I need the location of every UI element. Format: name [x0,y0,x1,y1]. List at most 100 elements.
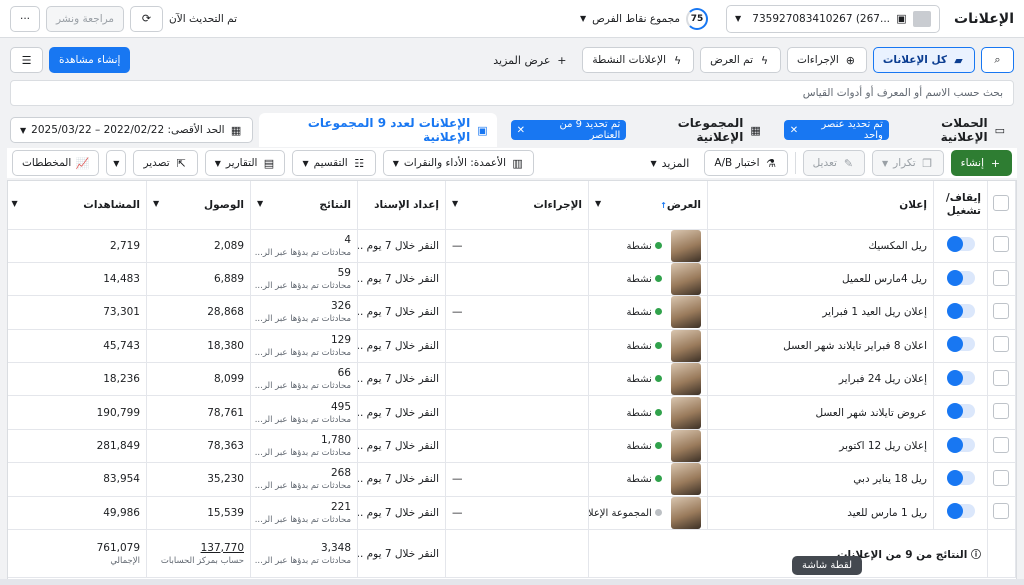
ad-toggle[interactable] [946,302,975,319]
row-toggle-cell [933,395,988,430]
info-icon[interactable]: ⓘ [971,550,981,561]
row-checkbox[interactable] [993,236,1009,253]
row-checkbox[interactable] [993,403,1009,420]
settings-sliders-button[interactable]: ☰ [10,47,43,73]
tab-adsets[interactable]: ▦ المجموعات الإعلانية تم تحديد 9 من العن… [502,113,770,147]
campaigns-selection-chip[interactable]: تم تحديد عنصر واحد ✕ [783,119,889,141]
header-onoff[interactable]: إيقاف/ تشغيل [933,181,988,230]
search-input[interactable]: بحث حسب الاسم أو المعرف أو أدوات القياس [10,80,1014,106]
row-name[interactable]: إعلان ريل العيد 1 فبراير [707,295,934,330]
columns-dropdown[interactable]: ▥ الأعمدة: الأداء والنقرات ▼ [382,150,535,176]
row-checkbox[interactable] [993,336,1009,353]
tab-campaigns[interactable]: ▭ الحملات الإعلانية تم تحديد عنصر واحد ✕ [775,113,1014,147]
export-button[interactable]: ⇱ تصدير [133,150,198,176]
row-checkbox[interactable] [993,369,1009,386]
select-all-checkbox[interactable] [993,195,1009,212]
table-row[interactable]: اعلان 8 فبراير تايلاند شهر العسل نشطة ال… [8,329,1016,364]
tab-ads-label: الإعلانات لعدد 9 المجموعات الإعلانية [307,116,471,144]
tab-ads[interactable]: ▣ الإعلانات لعدد 9 المجموعات الإعلانية [258,113,497,147]
row-name[interactable]: إعلان ريل 24 فبراير [707,362,934,397]
row-name[interactable]: ريل 4مارس للعميل [707,262,934,297]
results-value: 4 [344,233,351,246]
row-checkbox[interactable] [993,436,1009,453]
adsets-selection-chip[interactable]: تم تحديد 9 من العناصر ✕ [510,119,627,141]
table-row[interactable]: ريل 4مارس للعميل نشطة النقر خلال 7 يوم .… [8,262,1016,297]
create-button[interactable]: + إنشاء [950,150,1012,176]
ad-toggle[interactable] [946,403,975,420]
header-results[interactable]: النتائج ▼ [250,181,358,230]
table-row[interactable]: ريل المكسيك نشطة — النقر خلال 7 يوم ... … [8,229,1016,263]
edit-button[interactable]: ✎ تعديل [802,150,865,176]
ad-thumbnail[interactable] [671,296,701,329]
more-options-button[interactable]: ··· [10,5,41,32]
search-button[interactable]: ⌕ [981,47,1014,73]
table-row[interactable]: إعلان ريل العيد 1 فبراير نشطة — النقر خل… [8,295,1016,330]
table-row[interactable]: إعلان ريل 24 فبراير نشطة النقر خلال 7 يو… [8,362,1016,397]
ad-thumbnail[interactable] [671,263,701,295]
ad-toggle[interactable] [946,236,975,253]
ad-toggle[interactable] [946,269,975,286]
chevron-down-icon: ▼ [881,158,889,168]
plus-icon: + [990,156,1001,170]
horizontal-scrollbar[interactable] [0,579,1024,585]
ad-toggle[interactable] [946,336,975,353]
row-name[interactable]: ريل المكسيك [707,229,934,263]
row-name[interactable]: اعلان 8 فبراير تايلاند شهر العسل [707,329,934,364]
ad-toggle[interactable] [946,436,975,453]
report-icon: ▤ [263,156,275,170]
header-reach-label: الوصول [204,198,244,211]
ad-thumbnail[interactable] [671,463,701,496]
row-checkbox[interactable] [993,469,1009,486]
ad-toggle[interactable] [946,503,975,520]
opportunity-score[interactable]: 75 مجموع نقاط الفرص ▼ [580,7,708,30]
reports-dropdown[interactable]: ▤ التقارير ▼ [204,150,286,176]
row-name[interactable]: عروض تايلاند شهر العسل [707,395,934,430]
header-actions[interactable]: الإجراءات ▼ [445,181,589,230]
table-row[interactable]: إعلان ريل 12 اكتوبر نشطة النقر خلال 7 يو… [8,429,1016,464]
row-checkbox[interactable] [993,269,1009,286]
ad-thumbnail[interactable] [671,496,701,529]
charts-button[interactable]: 📈 المخططات [12,150,100,176]
more-dropdown[interactable]: المزيد ▼ [642,157,697,170]
header-reach[interactable]: الوصول ▼ [146,181,251,230]
actions-filter-button[interactable]: ⊕ الإجراءات [787,47,867,73]
ad-thumbnail[interactable] [671,430,701,462]
all-ads-button[interactable]: ▰ كل الإعلانات [872,47,975,73]
reports-label: التقارير [225,157,258,169]
header-ad[interactable]: إعلان [707,181,934,230]
ad-toggle[interactable] [946,469,975,486]
create-view-button[interactable]: إنشاء مشاهدة [49,47,131,73]
refresh-button[interactable]: ⟳ [130,5,164,32]
ad-thumbnail[interactable] [671,329,701,362]
ad-thumbnail[interactable] [671,229,701,262]
results-sub: محادثات تم بدؤها عبر الر... [254,514,351,525]
active-ads-button[interactable]: ϟ الإعلانات النشطة [582,47,695,73]
row-name[interactable]: إعلان ريل 12 اكتوبر [707,429,934,464]
copy-icon: ❐ [922,156,933,170]
account-selector[interactable]: ▣ 735927083410267 (267... ▼ [726,4,940,33]
breakdown-dropdown[interactable]: ☷ التقسيم ▼ [292,150,376,176]
row-name[interactable]: ريل 1 مارس للعيد [707,496,934,531]
ad-thumbnail[interactable] [671,363,701,395]
row-checkbox[interactable] [993,503,1009,520]
header-impressions[interactable]: المشاهدات ▼ [8,181,147,230]
arrow-up-circle-icon: ⊕ [845,53,855,67]
table-row[interactable]: ريل 1 مارس للعيد المجموعة الإعلانية متوا… [8,496,1016,531]
close-icon[interactable]: ✕ [790,125,798,136]
ab-test-button[interactable]: ⚗ اختبار A/B [704,150,788,176]
row-name[interactable]: ريل 18 يناير دبي [707,462,934,497]
close-icon[interactable]: ✕ [517,125,525,136]
ad-thumbnail[interactable] [671,396,701,429]
review-publish-button[interactable]: مراجعة ونشر [46,5,125,32]
header-delivery[interactable]: العرض↑ ▼ [588,181,708,230]
table-row[interactable]: ريل 18 يناير دبي نشطة — النقر خلال 7 يوم… [8,462,1016,497]
ad-toggle[interactable] [946,369,975,386]
row-checkbox[interactable] [993,302,1009,319]
duplicate-button[interactable]: ❐ تكرار ▼ [871,150,944,176]
show-more-button[interactable]: + عرض المزيد [485,54,576,67]
shown-filter-button[interactable]: ϟ تم العرض [700,47,781,73]
date-range-picker[interactable]: ▦ الحد الأقصى: 2022/02/22 – 2025/03/22 ▼ [10,117,253,143]
table-row[interactable]: عروض تايلاند شهر العسل نشطة النقر خلال 7… [8,395,1016,430]
export-dropdown[interactable]: ▼ [106,150,127,176]
header-attribution[interactable]: إعداد الإسناد [357,181,446,230]
